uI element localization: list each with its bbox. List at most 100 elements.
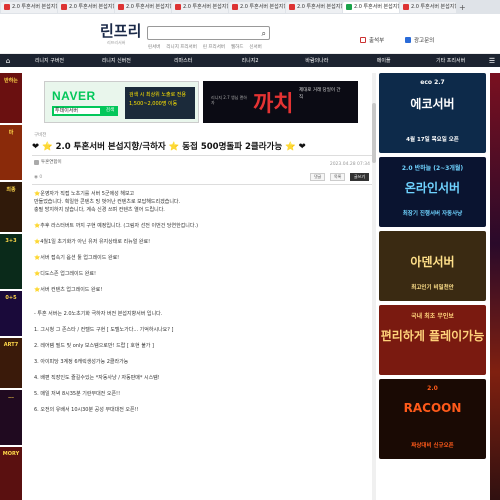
ad-text: 2.0: [427, 385, 438, 392]
main-nav: ⌂ 리니지 구버전 리니지 신버전 리마스터 리니지2 바람의나라 메이플 기타 프리서버 ☰: [0, 54, 500, 67]
right-ad-banner[interactable]: 2.0 반하늘 (2~3개월) 온라인서버 최장기 진행서버 자동사냥: [379, 157, 486, 227]
scrollbar-thumb[interactable]: [372, 103, 376, 163]
kkachi-banner[interactable]: 리니지 2.7 앵님 랜하자 까치 제대로 거래 당일이 간직: [203, 81, 358, 123]
ad-text: 온라인서버: [404, 181, 461, 195]
tab-label: 2.0 투혼서버 본섭지향/극...: [411, 3, 456, 10]
right-ad-banner[interactable]: eco 2.7 에코서버 4월 17일 목요일 오픈: [379, 73, 486, 153]
nav-item[interactable]: 리니지 신버전: [83, 57, 150, 64]
nav-item[interactable]: 리니지2: [217, 57, 284, 64]
right-ad-banner[interactable]: 아덴서버 최고인기 비밀천안: [379, 231, 486, 301]
post-line: 4. 배편 직장인도 즐길수있는 *자동사냥 / 자동판매* 시스템!: [34, 375, 160, 381]
ad-text: 편리하게 플레이가능: [380, 329, 485, 343]
ad-text: 짜상대비 신규오픈: [411, 443, 454, 449]
tab-label: 2.0 투혼서버 본섭지향/극...: [297, 3, 342, 10]
post-line: ⭐디도스존 업그레이드 완료!: [34, 271, 97, 277]
site-logo[interactable]: 린프리: [100, 20, 141, 41]
login-label: 출석부: [369, 38, 385, 44]
right-ad-column: eco 2.7 에코서버 4월 17일 목요일 오픈 2.0 반하늘 (2~3개월) 온…: [379, 73, 486, 463]
right-ad-banner[interactable]: 2.0 RACOON 짜상대비 신규오픈: [379, 379, 486, 459]
ad-text: eco 2.7: [420, 79, 445, 86]
author-icon: [34, 159, 39, 165]
browser-tab[interactable]: 2.0 투혼서버 본섭지향/극...: [115, 1, 171, 13]
quick-link[interactable]: 린 프리서버: [203, 44, 225, 50]
post-line: ⭐서버 접속기 옵션 툴 업그레이드 완료!: [34, 255, 120, 261]
favicon-icon: [61, 4, 67, 10]
left-ad-banner[interactable]: 마: [0, 125, 22, 180]
post-line: 3. 아이피당 3계정 6캐릭생성가능 2클라가능: [34, 359, 129, 365]
browser-tab[interactable]: 2.0 투혼서버 본섭지향/극...: [58, 1, 114, 13]
favicon-icon: [4, 4, 10, 10]
right-ad-banner[interactable]: 국내 최초 무인보편리하게 플레이가능: [379, 305, 486, 375]
nav-item[interactable]: 리마스터: [150, 57, 217, 64]
ad-text: 국내 최초 무인보: [411, 313, 454, 320]
tab-label: 2.0 투혼서버 본섭지향/극...: [354, 3, 399, 10]
tab-label: 2.0 투혼서버 본섭지향/극...: [240, 3, 285, 10]
post-line: [34, 262, 364, 270]
left-ad-banner[interactable]: 3+3: [0, 234, 22, 289]
post-line: 1. 그시청 그 존스타 / 컨텔드 구현 [ 도텔노가다... 기억하시나요?…: [34, 327, 174, 333]
write-button[interactable]: 글쓰기: [350, 173, 370, 181]
browser-tab[interactable]: 2.0 투혼서버 본섭지향/극...: [229, 1, 285, 13]
post-line: [34, 398, 364, 406]
new-tab-button[interactable]: +: [459, 3, 466, 12]
quick-link[interactable]: 웹하드: [231, 44, 243, 50]
browser-tab[interactable]: 2.0 투혼서버 본섭지향/극...: [343, 1, 399, 13]
quick-link[interactable]: 리니지 프리서버: [166, 44, 196, 50]
ad-text: 최고인기 비밀천안: [411, 285, 454, 291]
search-icon[interactable]: ⌕: [262, 29, 266, 39]
quick-link[interactable]: 신서버: [249, 44, 261, 50]
tab-label: 2.0 투혼서버 본섭지향/극...: [12, 3, 57, 10]
left-ad-banner[interactable]: MORY: [0, 447, 22, 500]
home-icon[interactable]: ⌂: [0, 57, 16, 65]
favicon-icon: [175, 4, 181, 10]
naver-search-button: 검색: [102, 106, 118, 116]
post-line: 6. 오전의 유배서 10시30분 공성 무대대전 오픈!!: [34, 407, 139, 413]
nav-item[interactable]: 메이플: [350, 57, 417, 64]
kkachi-title: 까치: [253, 91, 294, 116]
favicon-icon: [232, 4, 238, 10]
naver-logo: NAVER: [52, 89, 96, 103]
quick-link[interactable]: 린서버: [148, 44, 160, 50]
left-ad-banner[interactable]: ...: [0, 390, 22, 445]
ad-icon: [405, 37, 411, 43]
post-line: [34, 214, 364, 222]
ad-label: 광고문의: [414, 38, 435, 44]
nav-item[interactable]: 기타 프리서버: [417, 57, 484, 64]
kkachi-sub: 리니지 2.7 앵님 랜하자: [211, 95, 247, 105]
post-line: ⭐운영자가 직접 노초기를 서버 5군에성 해보고: [34, 191, 135, 197]
tab-label: 2.0 투혼서버 본섭지향/극...: [183, 3, 228, 10]
left-ad-banner[interactable]: 반하는: [0, 73, 22, 123]
list-button[interactable]: 목록: [330, 173, 346, 181]
ad-inquiry-link[interactable]: 광고문의: [405, 36, 434, 44]
menu-icon[interactable]: ☰: [484, 57, 500, 65]
nav-item[interactable]: 리니지 구버전: [16, 57, 83, 64]
post-line: [34, 302, 364, 310]
naver-query: 투데이서버: [52, 106, 102, 116]
reply-button[interactable]: 댓글: [310, 173, 326, 181]
browser-tab[interactable]: 2.0 투혼서버 본섭지향/극...: [172, 1, 228, 13]
right-edge-ad-strip[interactable]: [490, 73, 500, 500]
naver-promo: 검색 시 최상위 노출로 전용 1,500~2,000명 이동: [125, 87, 195, 119]
post-line: [34, 230, 364, 238]
ad-text: 4월 17일 목요일 오픈: [406, 137, 459, 143]
left-ad-banner[interactable]: 0+5: [0, 291, 22, 336]
ad-text: RACOON: [403, 401, 462, 415]
nav-item[interactable]: 바람의나라: [283, 57, 350, 64]
browser-tab[interactable]: 2.0 투혼서버 본섭지향/극...: [1, 1, 57, 13]
search-input[interactable]: ⌕: [147, 26, 270, 40]
post-author[interactable]: 투혼연합이: [34, 159, 62, 165]
browser-tab[interactable]: 2.0 투혼서버 본섭지향/극...: [400, 1, 456, 13]
post-line: [34, 278, 364, 286]
browser-tab-bar: 2.0 투혼서버 본섭지향/극... 2.0 투혼서버 본섭지향/극... 2.0 …: [0, 0, 500, 14]
browser-tab[interactable]: 2.0 투혼서버 본섭지향/극...: [286, 1, 342, 13]
left-ad-banner[interactable]: 최종: [0, 182, 22, 232]
post-line: ⭐4월1일 초기화가 아닌 유저 유지상태로 리뉴얼 완료!: [34, 239, 151, 245]
naver-banner[interactable]: NAVER 투데이서버 검색 검색 시 최상위 노출로 전용 1,500~2,0…: [44, 81, 199, 123]
favicon-icon: [403, 4, 409, 10]
tab-label: 2.0 투혼서버 본섭지향/극...: [69, 3, 114, 10]
tab-label: 2.0 투혼서버 본섭지향/극...: [126, 3, 171, 10]
login-link[interactable]: 출석부: [360, 36, 384, 44]
content-scrollbar[interactable]: [372, 73, 376, 500]
post-category[interactable]: 구비전: [34, 132, 46, 138]
left-ad-banner[interactable]: ART7: [0, 338, 22, 388]
